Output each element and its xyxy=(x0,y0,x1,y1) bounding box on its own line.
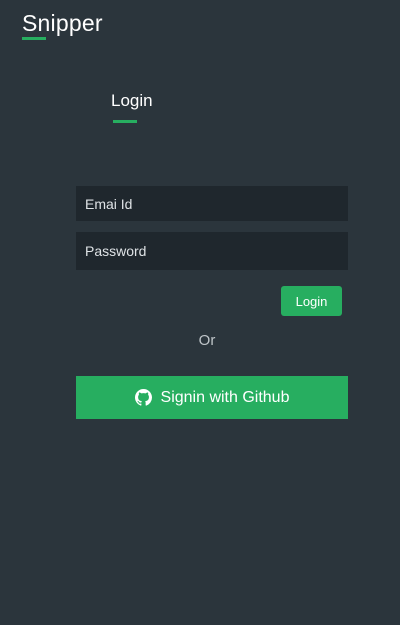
brand-underline xyxy=(22,37,46,40)
brand-logo[interactable]: Snipper xyxy=(22,9,103,37)
email-field[interactable] xyxy=(76,186,348,221)
github-signin-button[interactable]: Signin with Github xyxy=(76,376,348,419)
login-title: Login xyxy=(111,91,153,110)
github-icon xyxy=(134,389,152,406)
login-title-underline xyxy=(113,120,137,123)
or-separator: Or xyxy=(198,332,216,349)
github-signin-label: Signin with Github xyxy=(160,388,290,406)
app-container: Snipper Login Login Or Signin with Githu… xyxy=(0,0,400,625)
password-field[interactable] xyxy=(76,232,348,270)
login-button[interactable]: Login xyxy=(281,286,342,316)
